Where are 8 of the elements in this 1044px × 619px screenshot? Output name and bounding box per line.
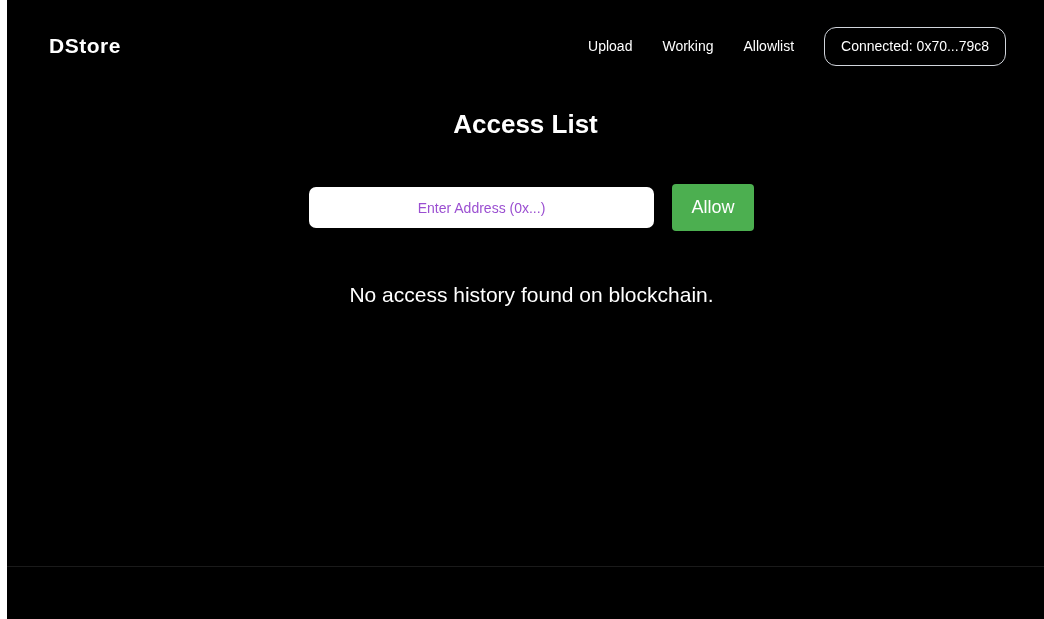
logo[interactable]: DStore <box>49 30 121 62</box>
nav-link[interactable]: Upload <box>588 36 633 57</box>
page-title: Access List <box>452 108 599 141</box>
wallet-button[interactable]: Connected: 0x70...79c8 <box>824 27 1006 66</box>
empty-message: No access history found on blockchain. <box>348 282 715 308</box>
address-field[interactable]: Enter Address (0x...) <box>309 187 654 228</box>
nav-link[interactable]: Allowlist <box>743 36 795 57</box>
nav-link[interactable]: Working <box>662 36 714 57</box>
